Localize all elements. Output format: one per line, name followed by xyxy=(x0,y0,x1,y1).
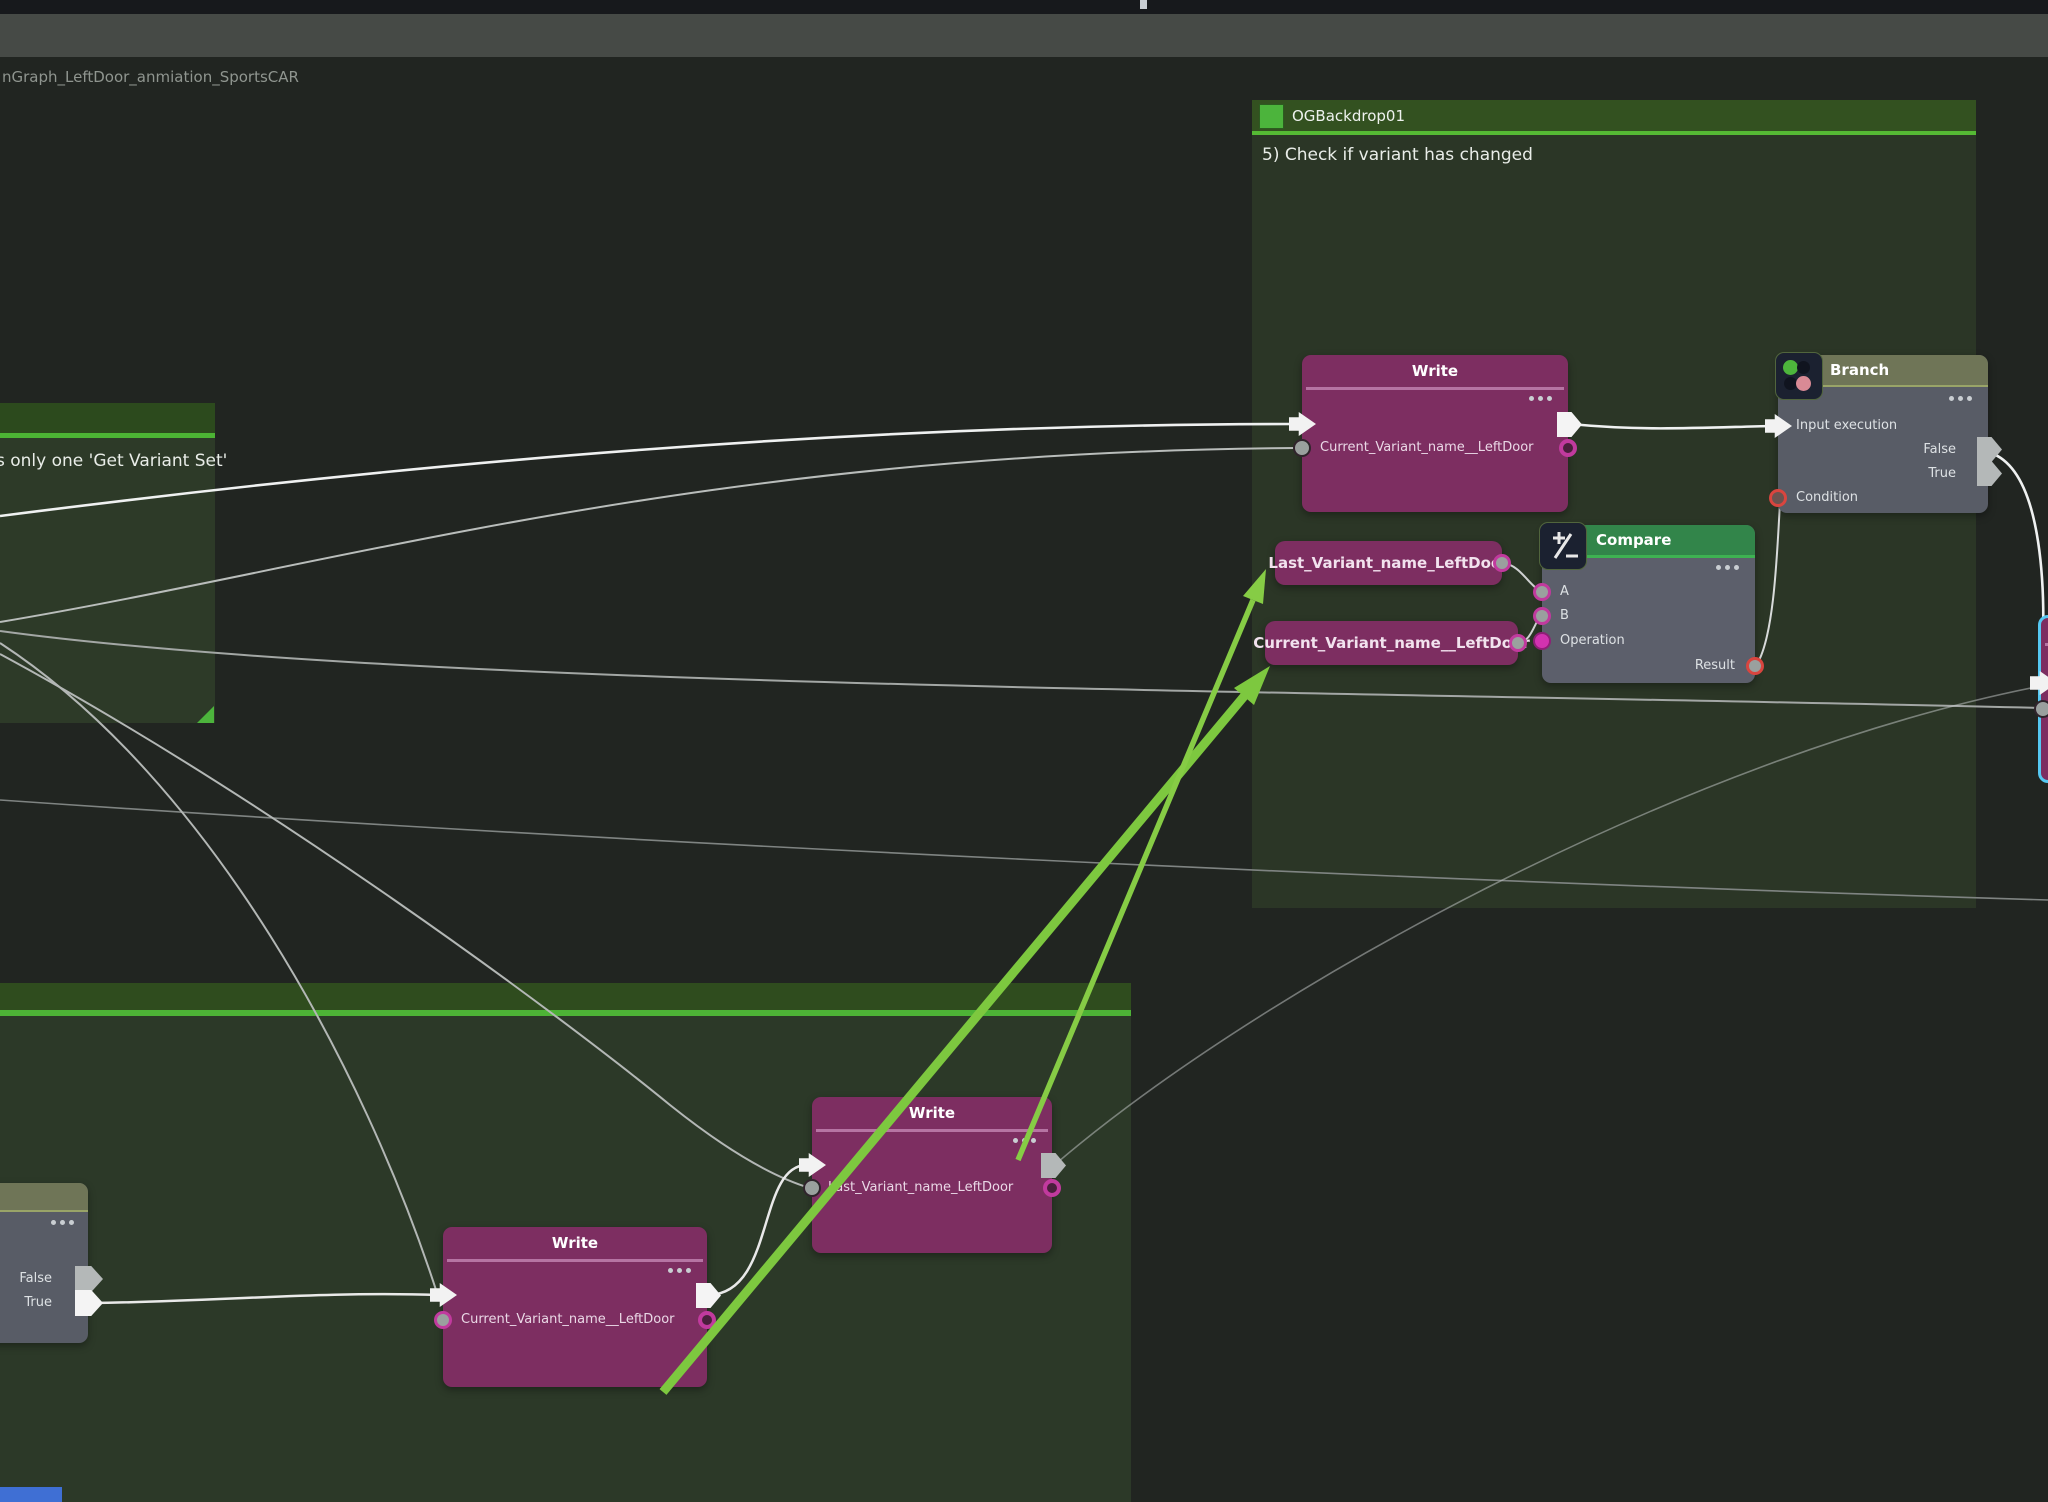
pin-label: Input execution xyxy=(1796,418,1897,433)
node-options-dots[interactable] xyxy=(51,1220,74,1225)
node-compare[interactable]: Compare A B Operation Result xyxy=(1542,525,1755,683)
node-options-dots[interactable] xyxy=(1013,1138,1036,1143)
data-in-pin[interactable] xyxy=(803,1179,821,1197)
node-options-dots[interactable] xyxy=(668,1268,691,1273)
condition-in-pin[interactable] xyxy=(1769,489,1787,507)
data-in-pin[interactable] xyxy=(1293,439,1311,457)
wire-exec-to-write-top[interactable] xyxy=(0,424,1296,516)
pin-label: Condition xyxy=(1796,490,1858,505)
node-separator xyxy=(1306,387,1564,390)
variable-out-pin[interactable] xyxy=(1509,634,1527,652)
pin-label: Current_Variant_name__LeftDoor xyxy=(461,1312,675,1327)
data-in-pin[interactable] xyxy=(434,1311,452,1329)
wire-write-top-to-branch[interactable] xyxy=(1570,424,1772,428)
wire-long-horizontal[interactable] xyxy=(0,800,2048,900)
wire-layer xyxy=(0,0,2048,1502)
node-header-line xyxy=(0,1210,88,1212)
variable-node-current-variant[interactable]: Current_Variant_name__LeftDoor xyxy=(1265,621,1518,665)
compare-icon xyxy=(1539,522,1587,570)
node-title: Write xyxy=(812,1104,1052,1122)
wire-data-to-write-top[interactable] xyxy=(0,448,1296,622)
data-out-pin[interactable] xyxy=(698,1311,716,1329)
wire-curve-to-write-mid[interactable] xyxy=(0,654,810,1188)
pin-label: False xyxy=(19,1271,52,1286)
graph-editor-canvas[interactable]: nGraph_LeftDoor_anmiation_SportsCAR s on… xyxy=(0,0,2048,1502)
pin-label: True xyxy=(24,1295,52,1310)
node-options-dots[interactable] xyxy=(1949,396,1972,401)
node-write-mid[interactable]: Write Last_Variant_name_LeftDoor xyxy=(812,1097,1052,1253)
result-out-pin[interactable] xyxy=(1746,657,1764,675)
pin-label: Result xyxy=(1695,658,1735,673)
node-write-top[interactable]: Write Current_Variant_name__LeftDoor xyxy=(1302,355,1568,512)
pin-label: Last_Variant_name_LeftDoor xyxy=(828,1180,1013,1195)
variable-label: Current_Variant_name__LeftDoor xyxy=(1253,634,1529,652)
a-in-pin[interactable] xyxy=(1533,583,1551,601)
variable-label: Last_Variant_name_LeftDoor xyxy=(1268,554,1508,572)
wire-true-to-write-bottom[interactable] xyxy=(90,1294,439,1303)
node-title: Branch xyxy=(1830,361,1889,379)
variable-node-last-variant[interactable]: Last_Variant_name_LeftDoor xyxy=(1275,541,1502,585)
b-in-pin[interactable] xyxy=(1533,607,1551,625)
node-options-dots[interactable] xyxy=(1716,565,1739,570)
pin-label: True xyxy=(1928,466,1956,481)
node-separator xyxy=(447,1259,703,1262)
wire-result-to-condition[interactable] xyxy=(1757,502,1780,664)
branch-icon xyxy=(1775,352,1823,400)
node-separator xyxy=(816,1129,1048,1132)
node-write-bottom[interactable]: Write Current_Variant_name__LeftDoor xyxy=(443,1227,707,1387)
wire-false-to-right-node[interactable] xyxy=(1991,453,2043,679)
data-out-pin[interactable] xyxy=(1559,439,1577,457)
pin-label: Current_Variant_name__LeftDoor xyxy=(1320,440,1534,455)
blue-indicator-bar xyxy=(0,1487,62,1502)
node-options-dots[interactable] xyxy=(1529,396,1552,401)
pin-label: Operation xyxy=(1560,633,1625,648)
operation-in-pin[interactable] xyxy=(1533,632,1551,650)
pin-label: A xyxy=(1560,584,1569,599)
node-write-right-selected[interactable] xyxy=(2038,615,2048,783)
node-branch-left[interactable]: False True xyxy=(0,1183,88,1343)
data-out-pin[interactable] xyxy=(1043,1179,1061,1197)
node-title: Write xyxy=(443,1234,707,1252)
node-branch[interactable]: Branch Input execution False True Condit… xyxy=(1778,355,1988,513)
pin-label: False xyxy=(1923,442,1956,457)
node-title: Compare xyxy=(1596,531,1671,549)
wire-write-bottom-to-write-mid[interactable] xyxy=(709,1165,806,1295)
data-in-pin[interactable] xyxy=(2034,700,2048,718)
wire-write-mid-out[interactable] xyxy=(1058,687,2036,1162)
pin-label: B xyxy=(1560,608,1569,623)
node-header[interactable] xyxy=(0,1183,88,1210)
node-title: Write xyxy=(1302,362,1568,380)
variable-out-pin[interactable] xyxy=(1493,554,1511,572)
